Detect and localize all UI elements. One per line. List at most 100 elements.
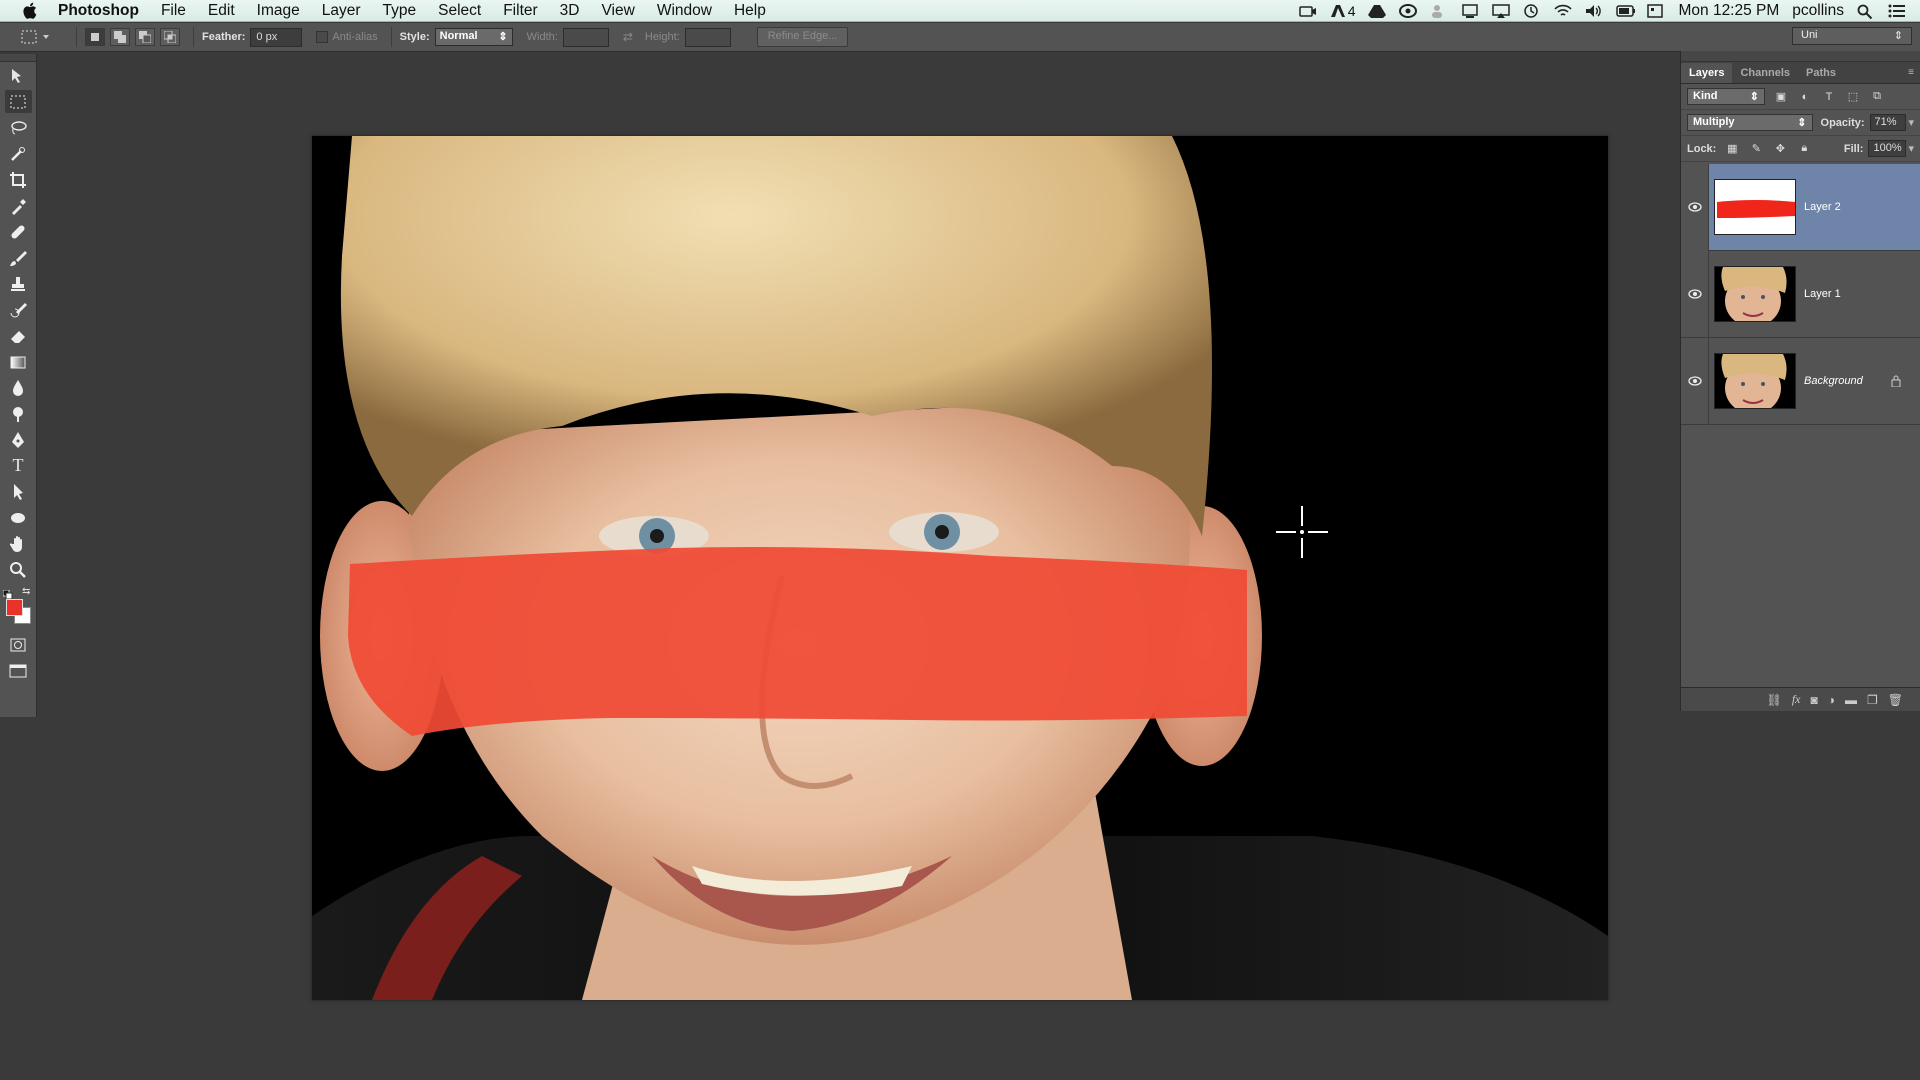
menu-select[interactable]: Select [427, 0, 492, 22]
tool-preset-picker[interactable] [20, 26, 68, 48]
notification-center-icon[interactable] [1888, 4, 1906, 18]
menu-file[interactable]: File [150, 0, 197, 22]
menubar-clock[interactable]: Mon 12:25 PM [1678, 2, 1779, 20]
opacity-dropdown-icon[interactable]: ▾ [1908, 116, 1914, 129]
lasso-tool-icon[interactable] [5, 116, 32, 139]
pixel-filter-icon[interactable]: ▣ [1773, 89, 1789, 104]
smart-object-filter-icon[interactable]: ⧉ [1869, 89, 1885, 104]
adjustment-filter-icon[interactable]: ◐ [1797, 89, 1813, 104]
new-selection-button[interactable] [85, 28, 105, 46]
type-tool-icon[interactable]: T [5, 454, 32, 477]
type-filter-icon[interactable]: T [1821, 89, 1837, 104]
screen-mode-icon[interactable] [5, 659, 32, 682]
anti-alias-checkbox[interactable] [316, 31, 329, 43]
visibility-eye-icon[interactable] [1681, 163, 1709, 251]
lock-transparent-icon[interactable]: ▦ [1724, 141, 1740, 156]
swap-colors-icon[interactable]: ⇆ [22, 586, 30, 597]
panel-grip[interactable] [0, 54, 36, 62]
visibility-eye-icon[interactable] [1681, 250, 1709, 338]
move-tool-icon[interactable] [5, 64, 32, 87]
lock-image-icon[interactable]: ✎ [1748, 141, 1764, 156]
new-group-icon[interactable]: ▬ [1845, 693, 1857, 707]
pen-tool-icon[interactable] [5, 428, 32, 451]
apple-icon[interactable] [18, 0, 40, 22]
keyboard-viewer-icon[interactable] [1647, 3, 1665, 18]
lock-position-icon[interactable]: ✥ [1772, 141, 1788, 156]
layer-name[interactable]: Layer 2 [1804, 201, 1841, 213]
default-colors-icon[interactable] [2, 587, 13, 600]
fill-input[interactable]: 100% [1868, 140, 1907, 157]
eyedropper-tool-icon[interactable] [5, 194, 32, 217]
menu-edit[interactable]: Edit [197, 0, 246, 22]
menu-3d[interactable]: 3D [549, 0, 591, 22]
blend-mode-select[interactable]: Multiply ⇕ [1687, 114, 1813, 131]
menu-filter[interactable]: Filter [492, 0, 548, 22]
layer-row-layer-1[interactable]: Layer 1 [1681, 250, 1920, 338]
menu-layer[interactable]: Layer [311, 0, 372, 22]
drive-status-icon[interactable] [1368, 4, 1387, 18]
blur-tool-icon[interactable] [5, 376, 32, 399]
menu-help[interactable]: Help [723, 0, 777, 22]
clone-stamp-tool-icon[interactable] [5, 272, 32, 295]
time-machine-icon[interactable] [1523, 3, 1541, 18]
quick-selection-tool-icon[interactable] [5, 142, 32, 165]
gradient-tool-icon[interactable] [5, 350, 32, 373]
visibility-eye-icon[interactable] [1681, 337, 1709, 425]
menu-app-name[interactable]: Photoshop [54, 0, 150, 22]
spotlight-search-icon[interactable] [1857, 4, 1875, 19]
wifi-icon[interactable] [1554, 4, 1573, 18]
layer-name[interactable]: Layer 1 [1804, 288, 1841, 300]
link-layers-icon[interactable]: ⛓ [1767, 693, 1782, 707]
healing-brush-tool-icon[interactable] [5, 220, 32, 243]
layer-style-icon[interactable]: fx [1792, 692, 1801, 707]
layer-row-background[interactable]: Background [1681, 337, 1920, 425]
height-input[interactable] [684, 27, 731, 47]
workspace-switcher[interactable]: Uni ⇕ [1792, 27, 1912, 45]
shape-filter-icon[interactable]: ⬚ [1845, 89, 1861, 104]
add-mask-icon[interactable]: ◙ [1811, 693, 1818, 707]
lock-all-icon[interactable]: 🔒︎ [1796, 141, 1812, 156]
layer-row-layer-2[interactable]: Layer 2 [1681, 163, 1920, 251]
history-brush-tool-icon[interactable] [5, 298, 32, 321]
panel-header[interactable] [1681, 51, 1920, 62]
airplay-icon[interactable] [1492, 3, 1511, 18]
width-input[interactable] [562, 27, 609, 47]
menu-view[interactable]: View [591, 0, 646, 22]
opacity-input[interactable]: 71% [1869, 114, 1907, 131]
display-icon[interactable] [1461, 3, 1479, 18]
hand-tool-icon[interactable] [5, 532, 32, 555]
dodge-tool-icon[interactable] [5, 402, 32, 425]
feather-input[interactable]: 0 px [250, 27, 303, 47]
style-select[interactable]: Normal ⇕ [434, 28, 513, 46]
fill-dropdown-icon[interactable]: ▾ [1908, 142, 1914, 155]
marquee-tool-icon[interactable] [4, 90, 32, 113]
zoom-tool-icon[interactable] [5, 558, 32, 581]
adjustment-layer-icon[interactable]: ◑ [1828, 693, 1835, 707]
eraser-tool-icon[interactable] [5, 324, 32, 347]
document-canvas[interactable] [312, 136, 1608, 1000]
filter-kind-select[interactable]: Kind ⇕ [1687, 88, 1765, 105]
menu-window[interactable]: Window [646, 0, 723, 22]
path-selection-tool-icon[interactable] [5, 480, 32, 503]
brush-tool-icon[interactable] [5, 246, 32, 269]
adobe-status-icon[interactable]: 4 [1330, 3, 1355, 19]
volume-icon[interactable] [1585, 4, 1603, 18]
intersect-selection-button[interactable] [160, 28, 180, 46]
layer-name[interactable]: Background [1804, 375, 1863, 387]
ellipse-tool-icon[interactable] [5, 506, 32, 529]
subtract-selection-button[interactable] [135, 28, 155, 46]
delete-layer-icon[interactable]: 🗑︎ [1888, 693, 1903, 707]
foreground-color-swatch[interactable] [6, 599, 23, 616]
battery-icon[interactable] [1616, 4, 1636, 18]
tab-layers[interactable]: Layers [1681, 63, 1733, 83]
tab-channels[interactable]: Channels [1732, 63, 1798, 83]
camera-status-icon[interactable] [1298, 4, 1317, 18]
quick-mask-icon[interactable] [5, 633, 32, 656]
creative-cloud-icon[interactable] [1399, 3, 1418, 18]
add-selection-button[interactable] [110, 28, 130, 46]
menubar-user[interactable]: pcollins [1792, 2, 1844, 20]
menu-type[interactable]: Type [372, 0, 428, 22]
panel-menu-icon[interactable]: ≡ [1908, 67, 1914, 78]
refine-edge-button[interactable]: Refine Edge... [756, 27, 849, 47]
user-status-icon[interactable] [1430, 4, 1448, 18]
